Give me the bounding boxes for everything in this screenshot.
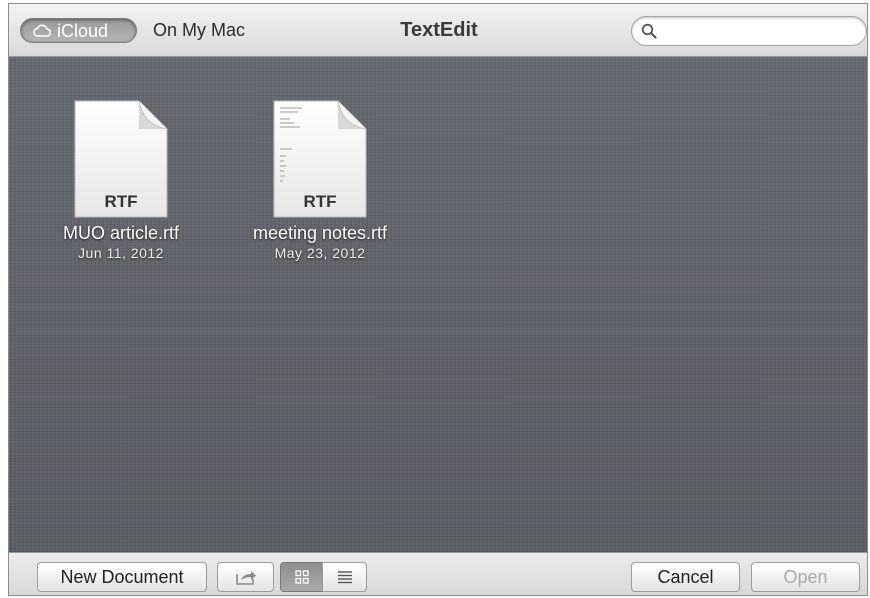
search-field[interactable] <box>631 16 867 46</box>
file-browser-area: RTF MUO article.rtf Jun 11, 2012 RTF mee… <box>9 57 867 552</box>
open-dialog-window: iCloud On My Mac TextEdit RTF MUO articl… <box>8 3 868 596</box>
toolbar: iCloud On My Mac TextEdit <box>9 4 867 57</box>
on-my-mac-tab[interactable]: On My Mac <box>145 18 265 43</box>
list-view-icon <box>337 571 352 584</box>
file-name: MUO article.rtf <box>62 223 179 243</box>
grid-view-icon <box>294 570 309 584</box>
search-input[interactable] <box>662 21 861 43</box>
share-icon <box>235 571 256 585</box>
file-item-meeting-notes[interactable]: RTF meeting notes.rtf May 23, 2012 <box>235 99 405 261</box>
icon-view-button[interactable] <box>280 562 323 592</box>
icloud-tab[interactable]: iCloud <box>20 18 137 43</box>
cancel-button[interactable]: Cancel <box>631 562 740 592</box>
document-icon: RTF <box>74 100 168 218</box>
new-document-button[interactable]: New Document <box>37 562 207 592</box>
window-title: TextEdit <box>400 19 478 41</box>
search-icon <box>641 23 657 39</box>
file-date: May 23, 2012 <box>274 245 366 261</box>
icloud-tab-label: iCloud <box>57 21 109 41</box>
file-type-label: RTF <box>303 192 336 211</box>
bottom-bar: New Document Cancel Open <box>9 552 867 595</box>
share-button[interactable] <box>217 562 274 592</box>
file-item-muo-article[interactable]: RTF MUO article.rtf Jun 11, 2012 <box>36 99 206 261</box>
file-name: meeting notes.rtf <box>252 223 388 243</box>
on-my-mac-tab-label: On My Mac <box>153 20 246 40</box>
list-view-button[interactable] <box>322 562 367 592</box>
cloud-icon <box>33 24 51 37</box>
open-button[interactable]: Open <box>751 562 860 592</box>
file-date: Jun 11, 2012 <box>78 245 164 261</box>
file-type-label: RTF <box>104 192 137 211</box>
document-icon: RTF <box>273 100 367 218</box>
